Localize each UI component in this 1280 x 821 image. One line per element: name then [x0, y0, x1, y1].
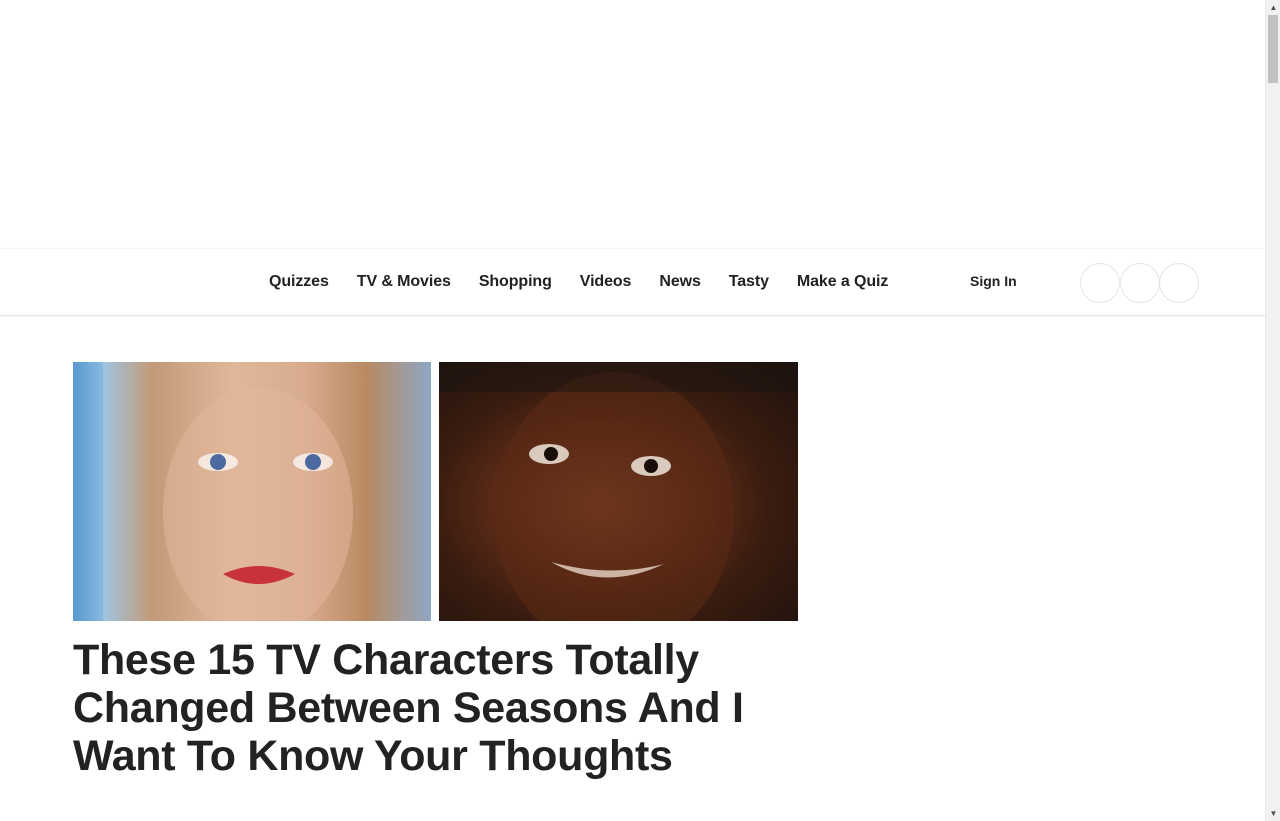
social-button-2[interactable]	[1120, 263, 1160, 303]
main-navbar: Quizzes TV & Movies Shopping Videos News…	[0, 248, 1265, 316]
hero-divider	[431, 362, 439, 621]
page: Quizzes TV & Movies Shopping Videos News…	[0, 0, 1280, 821]
ad-placeholder	[0, 0, 1265, 248]
scroll-down-arrow-icon[interactable]: ▼	[1266, 806, 1280, 821]
hero-image-right-panel	[439, 362, 798, 621]
article-headline[interactable]: These 15 TV Characters Totally Changed B…	[73, 636, 813, 780]
social-button-1[interactable]	[1080, 263, 1120, 303]
scrollbar-thumb[interactable]	[1268, 15, 1278, 83]
portrait-man-illustration	[439, 362, 798, 621]
sign-in-link[interactable]: Sign In	[970, 273, 1017, 289]
nav-link-shopping[interactable]: Shopping	[479, 273, 552, 291]
page-scrollbar[interactable]: ▲ ▼	[1265, 0, 1280, 821]
scroll-up-arrow-icon[interactable]: ▲	[1266, 0, 1280, 15]
nav-link-quizzes[interactable]: Quizzes	[269, 273, 329, 291]
nav-link-tasty[interactable]: Tasty	[729, 273, 769, 291]
nav-link-news[interactable]: News	[659, 273, 701, 291]
article-hero-image[interactable]	[73, 362, 798, 621]
nav-link-make-a-quiz[interactable]: Make a Quiz	[797, 273, 888, 291]
social-button-3[interactable]	[1159, 263, 1199, 303]
nav-links: Quizzes TV & Movies Shopping Videos News…	[269, 249, 916, 315]
nav-link-videos[interactable]: Videos	[580, 273, 632, 291]
hero-image-left-panel	[73, 362, 431, 621]
portrait-woman-illustration	[73, 362, 353, 621]
nav-link-tv-movies[interactable]: TV & Movies	[357, 273, 451, 291]
